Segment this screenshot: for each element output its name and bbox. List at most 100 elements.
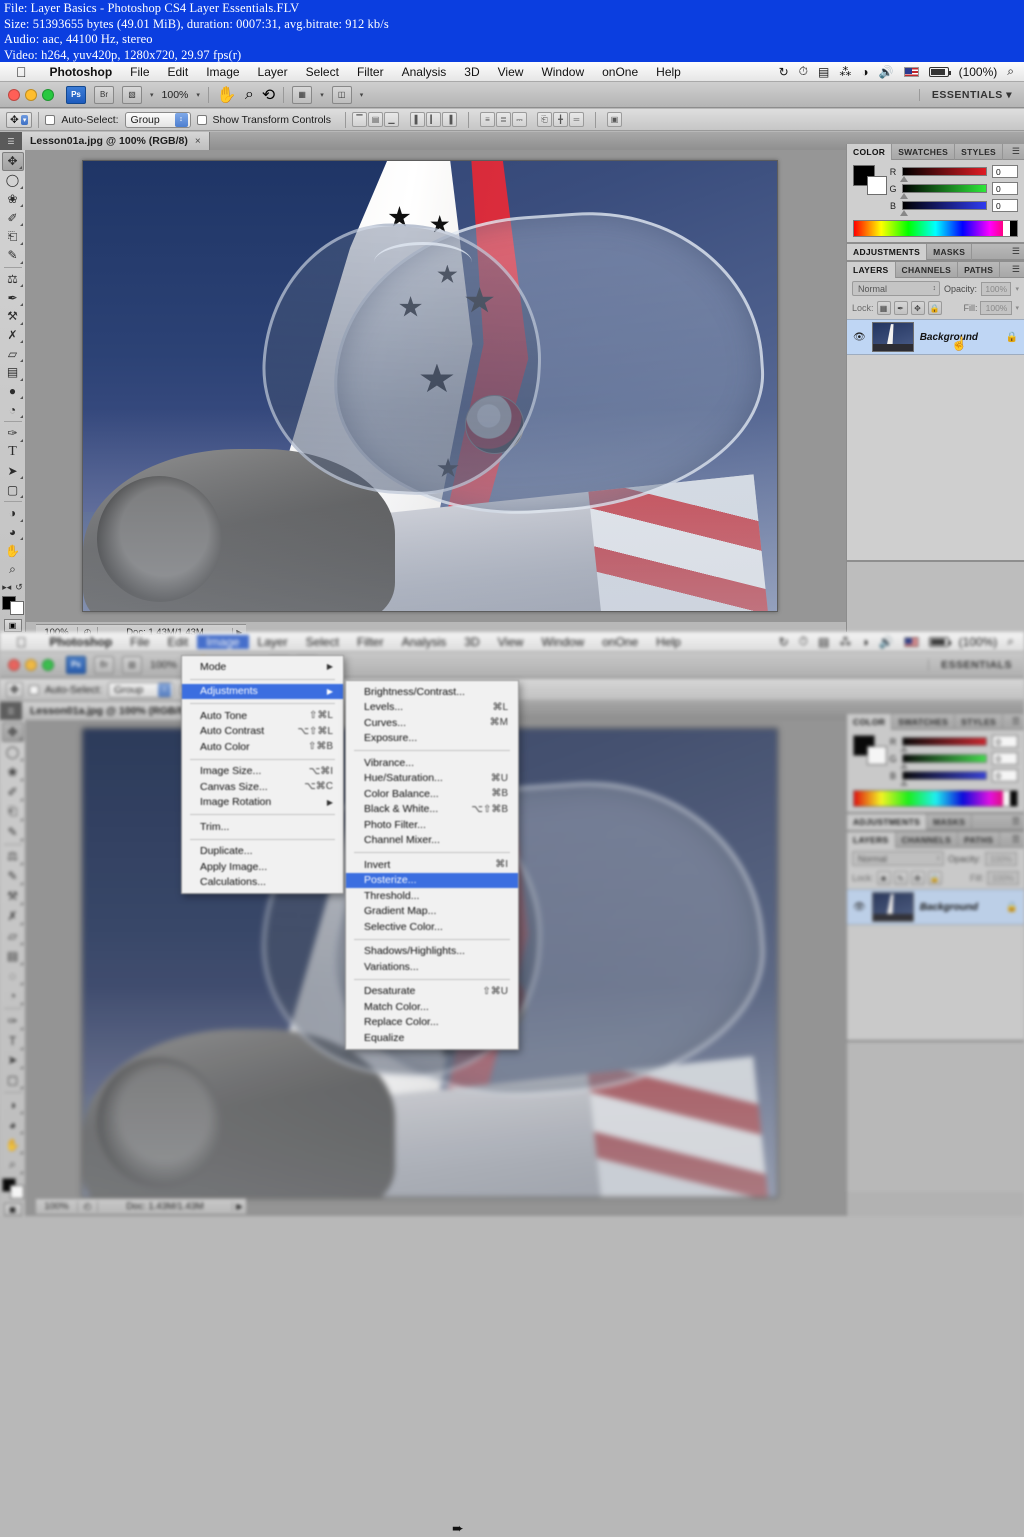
adjustments-submenu[interactable]: Brightness/Contrast... Levels... ⌘L Curves.…: [345, 680, 519, 1050]
screen-mode-icon[interactable]: ◫: [331, 85, 352, 104]
adjustments-submenu-item-threshold[interactable]: Threshold...: [346, 888, 518, 904]
lower-window-controls[interactable]: [8, 658, 54, 671]
lower-layer-name[interactable]: Background: [920, 902, 978, 913]
distribute-left-edges-icon[interactable]: ⎗: [537, 112, 552, 127]
spotlight-search-icon[interactable]: ⌕: [1007, 634, 1014, 649]
close-button[interactable]: [8, 658, 20, 671]
fill-value[interactable]: 100%: [980, 301, 1013, 315]
tool-type[interactable]: T: [2, 443, 24, 462]
lock-transparent-pixels-icon[interactable]: ■: [876, 871, 891, 885]
chevron-down-icon[interactable]: ▾: [150, 91, 154, 99]
image-menu-item-auto-color[interactable]: Auto Color ⇧⌘B: [182, 739, 343, 755]
zoom-icon[interactable]: ⌕: [245, 86, 254, 104]
lock-all-icon[interactable]: 🔒: [927, 301, 942, 315]
image-menu-item-calculations[interactable]: Calculations...: [182, 875, 343, 891]
panel-menu-icon[interactable]: ☰: [1012, 264, 1024, 275]
lower-tab-masks[interactable]: MASKS: [927, 813, 973, 830]
image-menu-item-auto-contrast[interactable]: Auto Contrast ⌥⇧⌘L: [182, 724, 343, 740]
adjustments-submenu-item-gradient-map[interactable]: Gradient Map...: [346, 904, 518, 920]
lower-menu-onone[interactable]: onOne: [593, 635, 647, 649]
field-g[interactable]: 0: [992, 182, 1018, 195]
timemachine-icon[interactable]: ⏱: [799, 634, 808, 649]
color-swatches[interactable]: [1, 595, 24, 616]
tool-blur[interactable]: ●: [2, 382, 24, 401]
sync-icon[interactable]: ↻: [779, 635, 789, 649]
align-top-edges-icon[interactable]: ▔: [352, 112, 367, 127]
adjustments-submenu-item-brightness-contrast[interactable]: Brightness/Contrast...: [346, 684, 518, 700]
lower-menu-3d[interactable]: 3D: [455, 635, 488, 649]
menu-3d[interactable]: 3D: [455, 65, 488, 79]
display-icon[interactable]: ▤: [818, 65, 829, 79]
adjustments-submenu-item-photo-filter[interactable]: Photo Filter...: [346, 817, 518, 833]
tab-masks[interactable]: MASKS: [927, 243, 973, 260]
lower-menu-filter[interactable]: Filter: [348, 635, 393, 649]
panel-menu-icon[interactable]: ☰: [1012, 716, 1024, 727]
view-extras-icon[interactable]: ▧: [122, 655, 142, 674]
quick-mask-icon[interactable]: ▣: [3, 619, 22, 633]
color-panel-swatch-pair[interactable]: [853, 165, 887, 195]
background-color-swatch[interactable]: [9, 601, 24, 616]
lower-tool-zoom[interactable]: ⌕: [2, 1155, 24, 1175]
tool-3d-orbit[interactable]: ◕: [2, 523, 24, 542]
tool-quick-selection[interactable]: ✐: [2, 208, 24, 227]
apple-menu-icon[interactable]: : [16, 635, 27, 649]
eye-icon[interactable]: 👁: [853, 902, 866, 913]
lock-position-icon[interactable]: ✥: [910, 871, 925, 885]
wifi-icon[interactable]: ◑: [861, 65, 868, 79]
flag-icon[interactable]: [903, 66, 919, 77]
volume-icon[interactable]: 🔊: [879, 635, 894, 649]
tab-channels[interactable]: CHANNELS: [896, 261, 959, 278]
lock-transparent-pixels-icon[interactable]: ▦: [876, 301, 891, 315]
tab-paths[interactable]: PATHS: [958, 261, 1001, 278]
spotlight-search-icon[interactable]: ⌕: [1007, 64, 1014, 79]
workspace-switcher[interactable]: ESSENTIALS ▾: [918, 88, 1016, 101]
arrange-documents-icon[interactable]: ▦: [292, 85, 313, 104]
background-color-swatch[interactable]: [867, 176, 887, 195]
lower-os-menubar[interactable]:  Photoshop File Edit Image Layer Select…: [0, 632, 1024, 652]
lower-tab-paths[interactable]: PATHS: [958, 831, 1001, 848]
battery-icon[interactable]: [928, 636, 951, 647]
align-left-edges-icon[interactable]: ▌: [410, 112, 425, 127]
lock-image-pixels-icon[interactable]: ✒: [893, 301, 908, 315]
tool-rounded-rectangle[interactable]: ▢: [2, 480, 24, 499]
app-zoom-level[interactable]: 100%: [162, 89, 189, 101]
lower-tool-type[interactable]: T: [2, 1031, 24, 1051]
view-extras-icon[interactable]: ▧: [122, 85, 142, 104]
lower-tab-color[interactable]: COLOR: [847, 713, 893, 730]
lower-tool-3d-rotate[interactable]: ◑: [2, 1095, 24, 1115]
lower-tool-preset[interactable]: ✥: [6, 681, 23, 698]
layers-panel-tabs[interactable]: LAYERS CHANNELS PATHS ☰: [847, 261, 1024, 278]
lower-menu-image[interactable]: Image: [197, 634, 249, 649]
tool-hand[interactable]: ✋: [2, 541, 24, 560]
image-menu-item-adjustments[interactable]: Adjustments ▶: [182, 683, 343, 699]
image-menu-item-auto-tone[interactable]: Auto Tone ⇧⌘L: [182, 708, 343, 724]
adjustments-submenu-item-hue-saturation[interactable]: Hue/Saturation... ⌘U: [346, 771, 518, 787]
adjustments-submenu-item-levels[interactable]: Levels... ⌘L: [346, 700, 518, 716]
image-menu-item-mode[interactable]: Mode ▶: [182, 659, 343, 675]
wifi-icon[interactable]: ◑: [861, 635, 868, 649]
image-menu[interactable]: Mode ▶ Adjustments ▶ Auto Tone ⇧⌘L Auto Contra…: [181, 655, 344, 894]
lower-auto-select-dropdown[interactable]: Group ↕: [108, 681, 175, 698]
canvas[interactable]: [82, 160, 778, 612]
close-icon[interactable]: ×: [195, 136, 201, 147]
adjustments-submenu-item-variations[interactable]: Variations...: [346, 959, 518, 975]
panel-menu-icon[interactable]: ☰: [1012, 834, 1024, 845]
lower-fill-value[interactable]: 100%: [987, 871, 1019, 885]
os-menubar[interactable]:  Photoshop File Edit Image Layer Select…: [0, 62, 1024, 82]
image-menu-item-trim[interactable]: Trim...: [182, 819, 343, 835]
document-tab[interactable]: Lesson01a.jpg @ 100% (RGB/8) ×: [22, 132, 210, 150]
bridge-icon[interactable]: Br: [94, 655, 114, 674]
lower-tool-hand[interactable]: ✋: [2, 1135, 24, 1155]
menu-layer[interactable]: Layer: [249, 65, 297, 79]
adjustments-panel-tabs[interactable]: ADJUSTMENTS MASKS ☰: [847, 243, 1024, 260]
lower-tool-3d-orbit[interactable]: ◕: [2, 1115, 24, 1135]
lower-tool-healing[interactable]: ⚖: [2, 846, 24, 866]
lock-all-icon[interactable]: 🔒: [927, 871, 942, 885]
eye-icon[interactable]: 👁: [853, 332, 866, 343]
lower-menu-help[interactable]: Help: [647, 635, 690, 649]
adjustments-submenu-item-exposure[interactable]: Exposure...: [346, 731, 518, 747]
menu-file[interactable]: File: [121, 65, 158, 79]
tool-dodge[interactable]: ◔: [2, 400, 24, 419]
lower-layer-row-background[interactable]: 👁 Background 🔒: [847, 889, 1024, 925]
tab-styles[interactable]: STYLES: [955, 143, 1004, 160]
